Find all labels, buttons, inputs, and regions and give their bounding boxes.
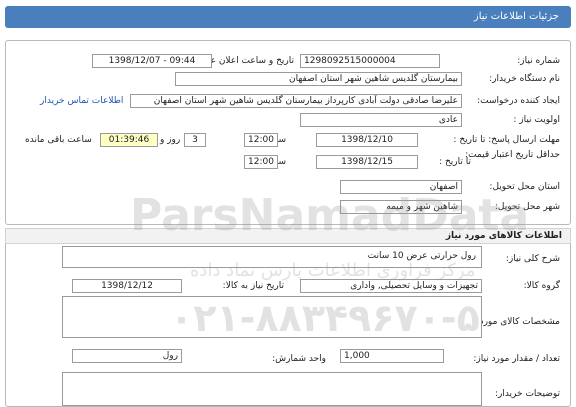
delivery-province-field: اصفهان <box>340 180 462 194</box>
delivery-city-label: شهر محل تحویل: <box>494 202 560 212</box>
delivery-city-field: شاهین شهر و میمه <box>340 200 462 214</box>
goods-description-value: رول حرارتی عرض 10 سانت <box>367 251 476 261</box>
price-validity-to-date-label: تا تاریخ : <box>439 157 471 167</box>
need-details-panel <box>5 40 571 225</box>
buyer-org-field: بیمارستان گلدیس شاهین شهر استان اصفهان <box>175 72 462 86</box>
page-title: جزئیات اطلاعات نیاز <box>473 11 559 22</box>
remaining-time-field: 01:39:46 <box>100 133 158 147</box>
need-date-label: تاریخ نیاز به کالا: <box>222 281 284 291</box>
buyer-notes-label: توضیحات خریدار: <box>494 389 560 399</box>
quantity-field: 1,000 <box>340 349 444 363</box>
goods-section-header: اطلاعات کالاهای مورد نیاز <box>5 228 571 244</box>
buyer-contact-link[interactable]: اطلاعات تماس خریدار <box>40 96 123 106</box>
reply-days-label: روز و <box>160 135 181 145</box>
page-header: جزئیات اطلاعات نیاز <box>5 6 571 28</box>
goods-description-label: شرح کلی نیاز: <box>505 254 560 264</box>
goods-section-title: اطلاعات کالاهای مورد نیاز <box>445 231 562 241</box>
need-date-field: 1398/12/12 <box>72 279 182 293</box>
buyer-notes-box <box>62 372 482 406</box>
reply-days-field: 3 <box>184 133 206 147</box>
need-number-field: 1298092515000004 <box>300 54 440 68</box>
goods-group-label: گروه کالا: <box>523 281 560 291</box>
delivery-province-label: استان محل تحویل: <box>489 182 560 192</box>
price-validity-date: 1398/12/15 <box>316 155 418 169</box>
price-validity-label: حداقل تاریخ اعتبار قیمت: <box>465 150 560 160</box>
quantity-label: تعداد / مقدار مورد نیاز: <box>473 354 560 364</box>
reply-deadline-label: مهلت ارسال پاسخ: تا تاریخ : <box>453 135 560 145</box>
requester-field: علیرضا صادقی دولت آبادی کارپرداز بیمارست… <box>130 94 462 108</box>
goods-group-field: تجهیزات و وسایل تحصیلی, واداری <box>300 279 482 293</box>
requester-label: ایجاد کننده درخواست: <box>477 96 560 106</box>
priority-label: اولویت نیاز : <box>513 115 560 125</box>
unit-label: واحد شمارش: <box>272 354 326 364</box>
unit-field: رول <box>72 349 182 363</box>
priority-field: عادی <box>300 113 462 127</box>
need-number-label: شماره نیاز: <box>517 56 560 66</box>
price-validity-time: 12:00 <box>244 155 278 169</box>
remaining-time-label: ساعت باقی مانده <box>25 135 92 145</box>
buyer-org-label: نام دستگاه خریدار: <box>489 74 560 84</box>
announce-datetime-field: 1398/12/07 - 09:44 <box>92 54 212 68</box>
reply-deadline-time: 12:00 <box>244 133 278 147</box>
reply-deadline-date: 1398/12/10 <box>316 133 418 147</box>
goods-description-box: رول حرارتی عرض 10 سانت <box>62 246 482 268</box>
goods-specs-box <box>62 296 482 338</box>
